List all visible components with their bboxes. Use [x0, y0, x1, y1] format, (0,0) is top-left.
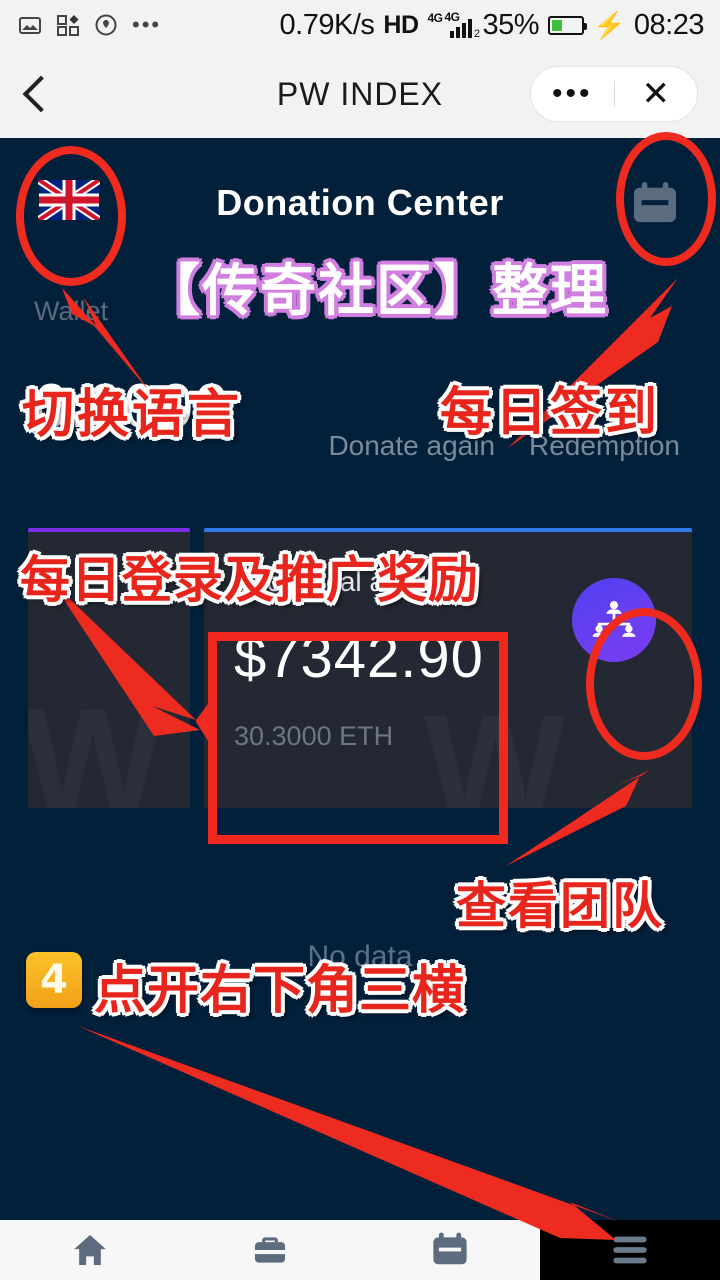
clock: 08:23 [633, 8, 705, 41]
bottom-nav [0, 1220, 720, 1280]
qr-code-icon [57, 15, 79, 36]
charging-bolt-icon: ⚡ [593, 9, 625, 40]
wallet-section: Wallet 0.0000 Donate again Redemption [0, 296, 720, 496]
nav-item-checkin[interactable] [360, 1231, 540, 1269]
empty-state-label: No data [307, 940, 413, 973]
signal-bars-icon [449, 19, 472, 38]
battery-icon [548, 15, 588, 35]
watermark-logo: W [28, 686, 152, 808]
nav-item-menu[interactable] [540, 1220, 720, 1280]
net-type-primary: 4G [427, 11, 444, 25]
wallet-label: Wallet [34, 296, 109, 326]
wallet-actions: Donate again Redemption [328, 430, 680, 462]
status-bar: ••• 0.79K/s HD 4G 4G 2 35% ⚡ 08:23 [0, 0, 720, 50]
signal-indicator: 4G 4G 2 [427, 10, 480, 40]
close-button[interactable]: ✕ [615, 77, 698, 111]
uk-flag-icon [38, 180, 100, 220]
status-bar-right: 0.79K/s HD 4G 4G 2 35% ⚡ 08:23 [279, 0, 705, 50]
nav-item-assets[interactable] [180, 1231, 360, 1269]
image-icon [19, 17, 41, 34]
donation-center-title: Donation Center [216, 182, 504, 223]
briefcase-icon [254, 1237, 286, 1263]
donate-again-button[interactable]: Donate again [328, 430, 495, 462]
app-topbar: Donation Center [0, 138, 720, 268]
more-dots-icon: ••• [551, 77, 593, 110]
home-icon [74, 1235, 106, 1265]
card-ecological-airdrop[interactable]: W Ecological airdrop $7342.90 30.3000 ET… [204, 528, 692, 808]
app-bar: PW INDEX ••• ✕ [0, 50, 720, 138]
webview-capsule: ••• ✕ [530, 66, 698, 122]
more-dots-icon: ••• [132, 12, 162, 37]
battery-percent: 35% [482, 8, 540, 41]
daily-checkin-button[interactable] [632, 182, 678, 224]
team-network-icon [592, 601, 636, 637]
hamburger-menu-icon [613, 1236, 647, 1264]
language-switch-button[interactable] [38, 180, 100, 220]
close-x-icon: ✕ [641, 75, 671, 113]
redemption-button[interactable]: Redemption [529, 430, 680, 462]
more-menu-button[interactable]: ••• [531, 77, 614, 110]
hd-label: HD [383, 10, 419, 39]
nav-item-home[interactable] [0, 1230, 180, 1270]
card-left[interactable]: W [28, 528, 190, 808]
status-bar-left-icons: ••• [0, 13, 161, 37]
sim-index: 2 [473, 28, 480, 40]
card-subamount: 30.3000 ETH [234, 721, 394, 751]
location-pin-icon [95, 14, 117, 36]
view-team-button[interactable] [572, 578, 656, 662]
calendar-icon [634, 182, 676, 223]
app-content: Donation Center Wallet 0.0000 Donate aga… [0, 138, 720, 1220]
cards-row: W W Ecological airdrop $7342.90 30.3000 … [0, 528, 720, 808]
network-speed: 0.79K/s [279, 8, 375, 41]
calendar-icon [433, 1232, 467, 1265]
